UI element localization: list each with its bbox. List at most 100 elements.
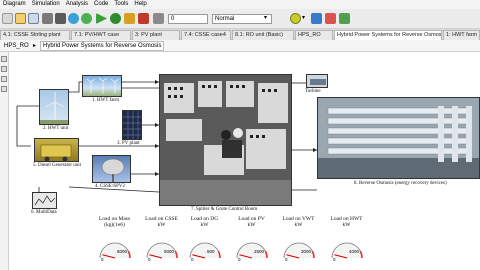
spliter-control-room-label: 7. Spliter & Grote Control Room <box>191 207 258 212</box>
menu-code[interactable]: Code <box>91 0 111 9</box>
gauge-max-label: 5000 <box>117 249 128 254</box>
breadcrumb-separator-icon: ▸ <box>33 43 37 49</box>
reverse-osmosis-label: 8. Reverse Osmosis (energy recovery devi… <box>354 181 447 186</box>
gauge-dial-2: 5000 <box>189 242 221 262</box>
pv-plant-block[interactable] <box>122 110 142 140</box>
gauge-unit: kW <box>342 222 351 228</box>
save-icon[interactable] <box>28 13 39 24</box>
wind-farm-icon <box>86 77 120 94</box>
toolbar: 0 Normal ▾ ▾ <box>0 9 480 29</box>
run-to-icon[interactable] <box>110 13 121 24</box>
chevron-down-icon-2[interactable]: ▾ <box>302 14 305 21</box>
menu-analysis[interactable]: Analysis <box>63 0 91 9</box>
wire-left-loop <box>16 106 31 147</box>
palette-pointer-icon[interactable] <box>1 56 7 62</box>
analysis-icon[interactable] <box>339 13 350 24</box>
palette-box-icon[interactable] <box>1 86 7 92</box>
gauge-dial-4: 30000 <box>283 242 315 262</box>
csse-label: 4. CSSE/SPV2 <box>95 184 126 189</box>
wind-turbine-icon <box>40 92 68 124</box>
hwt-farm-block[interactable] <box>82 75 122 97</box>
breadcrumb-current[interactable]: Hybrid Power Systems for Reverse Osmosis <box>40 41 165 51</box>
gauge-dial-0: 50000 <box>99 242 131 262</box>
spliter-control-room-block[interactable] <box>159 74 292 206</box>
step-icon[interactable] <box>153 13 164 24</box>
gauge-unit: kW <box>247 222 256 228</box>
gauge-dial-1: 50000 <box>146 242 178 262</box>
tab-hwt-farm[interactable]: 1: HWT farm <box>443 30 480 40</box>
turbine-icon <box>310 79 326 85</box>
tab-hps-ro[interactable]: HPS_RO <box>295 30 333 40</box>
generator-icon <box>40 144 72 161</box>
document-tabs: 4.1: CSSE Stirling plant 7.1: PV/HWT cas… <box>0 29 480 40</box>
solar-dish-icon <box>101 158 125 182</box>
gauge-unit: (kg)(1e6) <box>104 222 125 228</box>
hwt-unit-label: 2. HWT unit <box>43 126 69 131</box>
gauge-label-0: Load on Mass (kg)(1e6) <box>92 216 137 228</box>
diesel-generator-label: 5. Diesel Generator unit <box>33 163 82 168</box>
gauge-label-3: Load on PV kW <box>229 216 274 228</box>
tab-pv-plant[interactable]: 3: PV plant <box>132 30 180 40</box>
redo-icon[interactable] <box>81 13 92 24</box>
cut-icon[interactable] <box>42 13 53 24</box>
breadcrumb: HPS_RO ▸ Hybrid Power Systems for Revers… <box>0 40 480 52</box>
solar-panel-icon <box>123 111 141 139</box>
gauge-max-label: 500 <box>207 249 215 254</box>
wire-hwtunit-hwtfarm <box>69 81 82 93</box>
diesel-generator-block[interactable] <box>34 138 79 162</box>
pause-icon[interactable] <box>124 13 135 24</box>
gauge-unit: kW <box>157 222 166 228</box>
reverse-osmosis-block[interactable] <box>317 97 480 179</box>
compile-icon[interactable] <box>290 13 301 24</box>
menu-tools[interactable]: Tools <box>111 0 131 9</box>
diagram-canvas[interactable]: 2. HWT unit 1. HWT farm 3. PV plant 5. D… <box>9 52 480 270</box>
menubar: Diagram Simulation Analysis Code Tools H… <box>0 0 480 9</box>
gauge-max-label: 4000 <box>349 249 360 254</box>
left-palette <box>0 52 9 270</box>
gauge-label-4: Load on VWT kW <box>276 216 321 228</box>
tab-pv-hwt[interactable]: 7.1: PV/HWT case <box>71 30 131 40</box>
breadcrumb-root[interactable]: HPS_RO <box>2 40 31 52</box>
scope-block[interactable] <box>32 192 57 209</box>
gauge-max-label: 2500 <box>254 249 265 254</box>
gauge-label-1: Load on CSSE kW <box>139 216 184 228</box>
settings-icon[interactable] <box>311 13 322 24</box>
palette-line-icon[interactable] <box>1 76 7 82</box>
gauge-dial-3: 25000 <box>236 242 268 262</box>
copy-icon[interactable] <box>55 13 66 24</box>
gauge-dial-5: 40000 <box>331 242 363 262</box>
stop-icon[interactable] <box>138 13 149 24</box>
gauge-label-2: Load on DG kW <box>182 216 227 228</box>
tab-csse-stirling[interactable]: 4.1: CSSE Stirling plant <box>0 30 70 40</box>
turbine-label: Turbine <box>305 89 321 94</box>
open-folder-icon[interactable] <box>15 13 26 24</box>
pv-plant-label: 3. PV plant <box>117 141 140 146</box>
gauge-label-5: Load on HWT kW <box>324 216 369 228</box>
csse-block[interactable] <box>92 155 131 183</box>
run-icon[interactable] <box>96 13 107 24</box>
hwt-farm-label: 1. HWT farm <box>92 98 119 103</box>
chevron-down-icon[interactable]: ▾ <box>264 14 267 21</box>
menu-help[interactable]: Help <box>131 0 149 9</box>
tab-ro-unit[interactable]: 8.1: RO unit (Basic) <box>232 30 294 40</box>
app-window: Diagram Simulation Analysis Code Tools H… <box>0 0 480 270</box>
tab-csse-case4[interactable]: 7.4: CSSE case4 <box>181 30 231 40</box>
turbine-block[interactable] <box>306 74 328 88</box>
menu-diagram[interactable]: Diagram <box>0 0 29 9</box>
ro-plant-image-icon <box>318 98 479 178</box>
control-room-image-icon <box>160 75 291 205</box>
tab-hybrid-power[interactable]: Hybrid Power Systems for Reverse Osmosis <box>334 30 442 40</box>
hwt-unit-block[interactable] <box>39 89 69 125</box>
speed-input[interactable]: 0 <box>168 14 208 24</box>
scope-label: 6. MultiData <box>31 210 57 215</box>
scope-icon[interactable] <box>325 13 336 24</box>
simulation-mode-select[interactable]: Normal <box>212 14 272 24</box>
gauge-max-label: 5000 <box>164 249 175 254</box>
menu-simulation[interactable]: Simulation <box>29 0 63 9</box>
gauge-unit: kW <box>200 222 209 228</box>
undo-icon[interactable] <box>68 13 79 24</box>
gauge-max-label: 3000 <box>301 249 312 254</box>
gauge-unit: kW <box>294 222 303 228</box>
palette-text-icon[interactable] <box>1 66 7 72</box>
new-diagram-icon[interactable] <box>2 13 13 24</box>
